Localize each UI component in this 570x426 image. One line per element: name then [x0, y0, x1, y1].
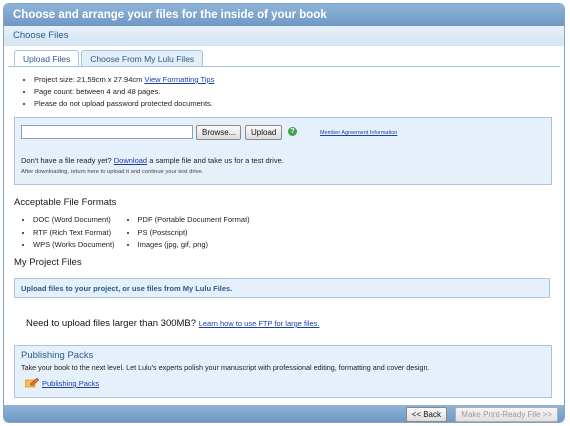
sample-suffix: a sample file and take us for a test dri…	[147, 156, 284, 165]
wizard-frame: Choose and arrange your files for the in…	[3, 3, 565, 423]
file-path-input[interactable]	[21, 125, 193, 139]
after-download-note: After downloading, return here to upload…	[21, 169, 204, 175]
tab-divider	[8, 66, 560, 67]
publishing-packs-panel: Publishing Packs Take your book to the n…	[14, 345, 552, 398]
project-size-text: Project size: 21.59cm x 27.94cm	[34, 75, 145, 84]
tab-bar: Upload Files Choose From My Lulu Files	[14, 50, 205, 67]
publishing-packs-link[interactable]: Publishing Packs	[42, 379, 99, 388]
tab-my-lulu-files[interactable]: Choose From My Lulu Files	[81, 50, 204, 67]
make-print-ready-button[interactable]: Make Print-Ready File >>	[455, 407, 558, 422]
formats-column-2: PDF (Portable Document Format) PS (Posts…	[127, 214, 250, 252]
list-item: Project size: 21.59cm x 27.94cm View For…	[34, 74, 214, 86]
list-item: Page count: between 4 and 48 pages.	[34, 86, 214, 98]
formatting-tips-link[interactable]: View Formatting Tips	[144, 75, 214, 84]
ftp-link[interactable]: Learn how to use FTP for large files.	[199, 319, 320, 328]
packs-description: Take your book to the next level. Let Lu…	[21, 363, 430, 372]
section-title: Choose Files	[4, 26, 564, 46]
packs-link-row: Publishing Packs	[25, 378, 99, 388]
list-item: PDF (Portable Document Format)	[138, 214, 250, 227]
help-icon[interactable]: ?	[288, 127, 297, 136]
project-files-panel: Upload files to your project, or use fil…	[14, 278, 550, 298]
project-info-list: Project size: 21.59cm x 27.94cm View For…	[22, 74, 214, 110]
list-item: Please do not upload password protected …	[34, 98, 214, 110]
packs-title: Publishing Packs	[21, 350, 94, 361]
browse-button[interactable]: Browse...	[196, 125, 242, 140]
formats-column-1: DOC (Word Document) RTF (Rich Text Forma…	[22, 214, 115, 252]
footer-bar: << Back Make Print-Ready File >>	[4, 405, 564, 422]
list-item: RTF (Rich Text Format)	[33, 227, 115, 240]
list-item: DOC (Word Document)	[33, 214, 115, 227]
ftp-text: Need to upload files larger than 300MB?	[26, 318, 199, 329]
upload-panel: Browse... Upload ? Member Agreement Info…	[14, 117, 552, 185]
ftp-notice: Need to upload files larger than 300MB? …	[26, 318, 319, 329]
list-item: Images (jpg, gif, png)	[138, 239, 250, 252]
upload-button[interactable]: Upload	[245, 125, 283, 140]
tab-upload-files[interactable]: Upload Files	[14, 50, 80, 67]
sample-prefix: Don't have a file ready yet?	[21, 156, 114, 165]
page-title: Choose and arrange your files for the in…	[4, 4, 564, 26]
formats-heading: Acceptable File Formats	[14, 197, 117, 208]
download-link[interactable]: Download	[114, 156, 147, 165]
back-button[interactable]: << Back	[405, 407, 447, 422]
formats-list: DOC (Word Document) RTF (Rich Text Forma…	[22, 214, 250, 252]
list-item: PS (Postscript)	[138, 227, 250, 240]
list-item: WPS (Works Document)	[33, 239, 115, 252]
pencil-icon	[25, 378, 39, 388]
project-files-heading: My Project Files	[14, 257, 82, 268]
sample-download-text: Don't have a file ready yet? Download a …	[21, 156, 284, 165]
member-agreement-link[interactable]: Member Agreement Information	[320, 130, 397, 136]
